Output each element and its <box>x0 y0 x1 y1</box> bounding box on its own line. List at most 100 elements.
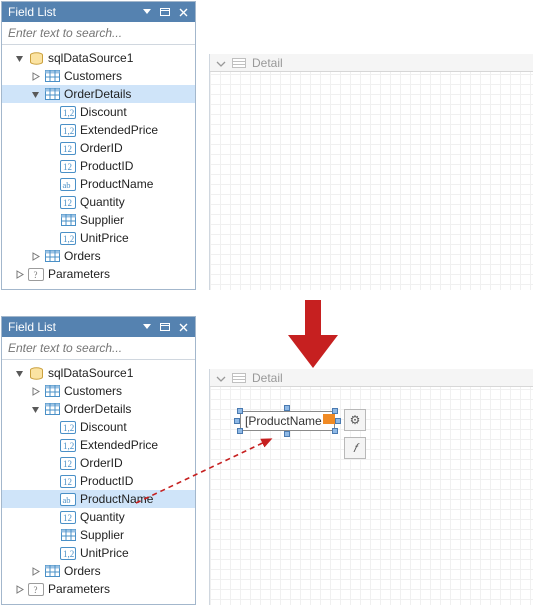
drag-arrow-icon <box>131 431 291 514</box>
svg-text:ab: ab <box>63 495 71 505</box>
resize-handle[interactable] <box>332 428 338 434</box>
svg-text:12: 12 <box>63 162 72 172</box>
resize-handle[interactable] <box>234 418 240 424</box>
tree-node-label: Orders <box>64 564 101 578</box>
dropdown-icon[interactable] <box>139 5 155 19</box>
tree-node-label: Supplier <box>80 528 124 542</box>
int12-icon: 12 <box>60 159 76 173</box>
tree-node-label: OrderDetails <box>64 87 131 101</box>
smart-tag-gear-button[interactable]: ⚙ <box>344 409 366 431</box>
fieldlist-title: Field List <box>8 320 137 334</box>
search-input[interactable] <box>2 337 195 359</box>
tree-node[interactable]: ? Parameters <box>2 265 195 283</box>
detail-band-header[interactable]: Detail <box>210 54 533 72</box>
collapse-icon[interactable] <box>30 89 41 100</box>
fieldlist-header: Field List <box>2 2 195 22</box>
tree-node-label: Customers <box>64 384 122 398</box>
search-input[interactable] <box>2 22 195 44</box>
fieldlist-title: Field List <box>8 5 137 19</box>
expand-icon[interactable] <box>30 71 41 82</box>
svg-text:1,2: 1,2 <box>63 423 74 433</box>
tree-node[interactable]: Customers <box>2 67 195 85</box>
collapse-icon[interactable] <box>216 58 226 68</box>
detail-band-header[interactable]: Detail <box>210 369 533 387</box>
tree-node[interactable]: OrderDetails <box>2 85 195 103</box>
expand-icon[interactable] <box>30 251 41 262</box>
tree-node[interactable]: 12Quantity <box>2 193 195 211</box>
collapse-icon[interactable] <box>216 373 226 383</box>
tree-node-label: ExtendedPrice <box>80 123 158 137</box>
num12-icon: 1,2 <box>60 546 76 560</box>
svg-text:12: 12 <box>63 459 72 469</box>
collapse-icon[interactable] <box>30 404 41 415</box>
field-tree: sqlDataSource1CustomersOrderDetails1,2Di… <box>2 45 195 287</box>
tree-node[interactable]: 1,2 ExtendedPrice <box>2 121 195 139</box>
designer-surface[interactable]: Detail <box>209 54 533 290</box>
expand-icon[interactable] <box>14 269 25 280</box>
dropdown-icon[interactable] <box>139 320 155 334</box>
table-icon <box>44 69 60 83</box>
resize-handle[interactable] <box>335 418 341 424</box>
table-icon <box>44 249 60 263</box>
tree-node[interactable]: Customers <box>2 382 195 400</box>
param-icon: ? <box>28 267 44 281</box>
tree-node[interactable]: abProductName <box>2 175 195 193</box>
dropped-field-label[interactable]: [ProductName <box>240 411 335 431</box>
resize-handle[interactable] <box>284 405 290 411</box>
maximize-icon[interactable] <box>157 320 173 334</box>
smart-tag-formula-button[interactable]: 𝑓 <box>344 437 366 459</box>
tree-node[interactable]: Orders <box>2 247 195 265</box>
search-row <box>2 337 195 360</box>
tree-node[interactable]: OrderDetails <box>2 400 195 418</box>
tree-node-label: OrderID <box>80 141 123 155</box>
table-icon <box>44 87 60 101</box>
tree-node-label: Orders <box>64 249 101 263</box>
tree-node[interactable]: 12OrderID <box>2 139 195 157</box>
band-icon <box>232 372 246 384</box>
resize-handle[interactable] <box>237 408 243 414</box>
table-icon <box>44 402 60 416</box>
tree-node[interactable]: 12ProductID <box>2 157 195 175</box>
dropped-field-text: [ProductName <box>245 414 322 428</box>
tree-node-label: Parameters <box>48 582 110 596</box>
svg-text:?: ? <box>34 585 38 595</box>
search-row <box>2 22 195 45</box>
tree-node-label: Parameters <box>48 267 110 281</box>
tree-node[interactable]: Supplier <box>2 526 195 544</box>
param-icon: ? <box>28 582 44 596</box>
tree-node[interactable]: sqlDataSource1 <box>2 49 195 67</box>
resize-handle[interactable] <box>332 408 338 414</box>
svg-text:12: 12 <box>63 513 72 523</box>
expand-icon[interactable] <box>14 584 25 595</box>
tree-node[interactable]: Orders <box>2 562 195 580</box>
num12-icon: 1,2 <box>60 438 76 452</box>
formula-icon: 𝑓 <box>353 441 357 456</box>
tree-node[interactable]: Supplier <box>2 211 195 229</box>
table-icon <box>60 528 76 542</box>
tree-node-label: Quantity <box>80 510 125 524</box>
smart-tag-icon[interactable] <box>323 414 335 424</box>
tree-node[interactable]: ? Parameters <box>2 580 195 598</box>
svg-text:12: 12 <box>63 198 72 208</box>
int12-icon: 12 <box>60 474 76 488</box>
tree-node-label: ProductID <box>80 474 133 488</box>
close-icon[interactable] <box>175 320 191 334</box>
collapse-icon[interactable] <box>14 53 25 64</box>
expand-icon[interactable] <box>30 386 41 397</box>
close-icon[interactable] <box>175 5 191 19</box>
tree-node[interactable]: 1,2UnitPrice <box>2 544 195 562</box>
tree-node[interactable]: sqlDataSource1 <box>2 364 195 382</box>
tree-node-label: Customers <box>64 69 122 83</box>
tree-node-label: Discount <box>80 105 127 119</box>
int12-icon: 12 <box>60 510 76 524</box>
fieldlist-header: Field List <box>2 317 195 337</box>
expand-icon[interactable] <box>30 566 41 577</box>
svg-text:1,2: 1,2 <box>63 126 74 136</box>
collapse-icon[interactable] <box>14 368 25 379</box>
svg-text:ab: ab <box>63 180 71 190</box>
tree-node[interactable]: 1,2UnitPrice <box>2 229 195 247</box>
maximize-icon[interactable] <box>157 5 173 19</box>
svg-text:1,2: 1,2 <box>63 234 74 244</box>
tree-node-label: OrderDetails <box>64 402 131 416</box>
tree-node[interactable]: 1,2Discount <box>2 103 195 121</box>
